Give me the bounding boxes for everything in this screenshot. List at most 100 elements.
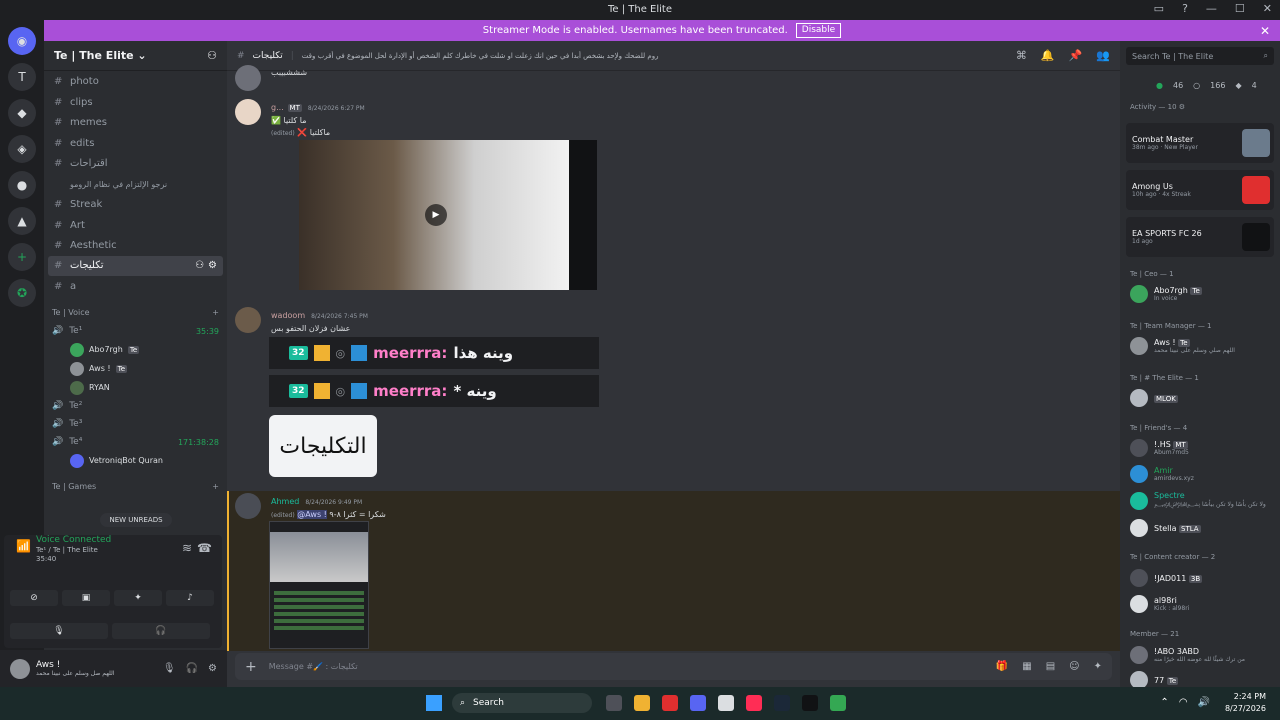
apps-icon[interactable]: ✦ (1094, 661, 1102, 672)
member-item[interactable]: !JAD011 3B (1130, 569, 1203, 587)
camera-button[interactable]: ⊘ (10, 590, 58, 606)
voice-channel[interactable]: 🔊 Te¹ 35:39 (44, 322, 227, 340)
channel-streak[interactable]: # Streak (44, 195, 227, 215)
add-channel-icon[interactable]: + (212, 482, 219, 491)
member-item[interactable]: Spectre ﷽ ولا تكن بأسًا ولا تكن بيأسًا (1130, 491, 1266, 510)
server-search-input[interactable]: Search Te | The Elite ⌕ (1126, 47, 1274, 65)
pin-icon[interactable]: 📌 (1069, 49, 1083, 62)
close-button[interactable]: ✕ (1263, 2, 1272, 15)
channel-memes[interactable]: # memes (44, 113, 227, 133)
chat-message[interactable]: g... MT 8/24/2026 6:27 PM ✅ ما كلتيا (edi… (235, 99, 365, 137)
deafen-icon[interactable]: 🎧 (186, 663, 198, 674)
voice-channel[interactable]: 🔊 Te³ (44, 415, 227, 433)
member-item[interactable]: MLOK (1130, 389, 1178, 407)
message-author[interactable]: Ahmed (271, 497, 299, 506)
taskbar-search[interactable]: ⌕ Search (452, 693, 592, 713)
wifi-icon[interactable]: ◠ (1179, 697, 1188, 708)
server-icon[interactable]: ◆ (8, 99, 36, 127)
gif-icon[interactable]: ▦ (1022, 661, 1031, 672)
member-item[interactable]: Aws ! Te اللهم صلي وسلم على نبينا محمد (1130, 337, 1235, 355)
channel-a[interactable]: # a (44, 276, 227, 296)
add-server-icon[interactable]: + (8, 243, 36, 271)
gift-icon[interactable]: 🎁 (996, 661, 1008, 672)
server-icon[interactable]: T (8, 63, 36, 91)
channel-clips[interactable]: # clips (44, 92, 227, 112)
channel-edits[interactable]: # edits (44, 133, 227, 153)
taskbar-clock[interactable]: 2:24 PM 8/27/2026 (1225, 691, 1266, 715)
member-item[interactable]: al98ri Kick : al98ri (1130, 595, 1189, 613)
close-banner-icon[interactable]: ✕ (1260, 24, 1270, 38)
gear-icon[interactable]: ⚙ (1179, 103, 1185, 111)
minimize-button[interactable]: — (1206, 2, 1217, 15)
sticker-image[interactable]: التكليجات (269, 415, 377, 477)
members-icon[interactable]: 👥 (1096, 49, 1110, 62)
microphone-button[interactable]: 🎙 (10, 623, 108, 639)
chevron-up-icon[interactable]: ⌃ (1160, 697, 1168, 708)
activity-card[interactable]: Combat Master 38m ago · New Player (1126, 123, 1274, 163)
server-icon[interactable]: ▲ (8, 207, 36, 235)
channel-aesthetic[interactable]: # Aesthetic (44, 236, 227, 256)
channel-rules-thread[interactable]: نرجو الإلتزام في نظام الرومو (44, 174, 227, 194)
server-header[interactable]: Te | The Elite ⌄ ⚇ (44, 41, 227, 71)
file-explorer-icon[interactable] (634, 695, 650, 711)
member-item[interactable]: 77 Te (1130, 671, 1179, 687)
activity-card[interactable]: EA SPORTS FC 26 1d ago (1126, 217, 1274, 257)
invite-icon[interactable]: ⚇ (195, 260, 204, 271)
channel-topic[interactable]: روم للضحك ولإحد بشخص أبدا في حين انك زعل… (302, 52, 659, 60)
message-input[interactable]: Message #🖌️ : تكليجات (269, 662, 358, 671)
server-icon[interactable]: ◈ (8, 135, 36, 163)
sticker-icon[interactable]: ▤ (1046, 661, 1055, 672)
voice-user[interactable]: Aws ! Te (44, 359, 227, 378)
tiktok-icon[interactable] (746, 695, 762, 711)
gear-icon[interactable]: ⚙ (208, 260, 217, 271)
video-attachment[interactable]: ▶ (299, 140, 597, 290)
volume-icon[interactable]: 🔊 (1198, 697, 1210, 708)
voice-bot[interactable]: VetroniqBot Quran (44, 451, 227, 470)
app-icon[interactable] (718, 695, 734, 711)
voice-user[interactable]: RYAN (44, 378, 227, 397)
maximize-button[interactable]: ☐ (1235, 2, 1245, 15)
invite-people-icon[interactable]: ⚇ (207, 49, 217, 62)
activities-button[interactable]: ✦ (114, 590, 162, 606)
soundboard-button[interactable]: ♪ (166, 590, 214, 606)
steam-icon[interactable] (774, 695, 790, 711)
task-view-icon[interactable] (606, 695, 622, 711)
app-icon[interactable] (662, 695, 678, 711)
channel-suggestions[interactable]: # اقتراحات (44, 154, 227, 174)
help-icon[interactable]: ? (1182, 2, 1188, 15)
screen-share-button[interactable]: ▣ (62, 590, 110, 606)
discord-icon[interactable] (690, 695, 706, 711)
home-discord-icon[interactable]: ◉ (8, 27, 36, 55)
voice-channel[interactable]: 🔊 Te² (44, 397, 227, 415)
user-mention[interactable]: @Aws ! (297, 510, 327, 519)
member-item[interactable]: Amir amirdevs.xyz (1130, 465, 1194, 483)
new-unreads-pill[interactable]: NEW UNREADS (100, 513, 172, 527)
activity-header[interactable]: Activity — 10 ⚙ (1130, 103, 1185, 111)
windows-start-icon[interactable] (426, 695, 442, 711)
chat-message[interactable]: Ahmed 8/24/2026 9:49 PM (edited) @Aws ! ش… (235, 493, 386, 519)
image-embed[interactable]: 32 ◎ meerrra: وينه هذا (269, 337, 599, 369)
member-item[interactable]: Stella STLA (1130, 519, 1201, 537)
server-icon[interactable]: ● (8, 171, 36, 199)
voice-user[interactable]: Abo7rgh Te (44, 340, 227, 359)
chat-message[interactable]: شششبيبب (235, 65, 307, 91)
avatar[interactable] (10, 658, 30, 679)
discover-icon[interactable]: ✪ (8, 279, 36, 307)
message-author[interactable]: g... (271, 103, 284, 112)
channel-active[interactable]: # تكليجات ⚇ ⚙ (48, 255, 223, 276)
user-info[interactable]: Aws ! اللهم صل وسلم على نبينا محمد (36, 660, 115, 677)
headphones-button[interactable]: 🎧 (112, 623, 210, 639)
app-icon[interactable] (802, 695, 818, 711)
member-item[interactable]: !ABO 3ABD من ترك شيئًا لله عوضه الله خيرً… (1130, 646, 1245, 664)
member-item[interactable]: Abo7rgh Te In voice (1130, 285, 1202, 303)
activity-card[interactable]: Among Us 10h ago · 4x Streak (1126, 170, 1274, 210)
add-channel-icon[interactable]: + (212, 308, 219, 317)
message-author[interactable]: wadoom (271, 311, 305, 320)
games-category[interactable]: Te | Games + (44, 476, 227, 496)
channel-photo[interactable]: # photo (44, 72, 227, 92)
image-attachment[interactable] (269, 521, 369, 649)
channel-art[interactable]: # Art (44, 215, 227, 235)
inbox-icon[interactable]: ▭ (1154, 2, 1164, 15)
chat-message[interactable]: wadoom 8/24/2026 7:45 PM عشان فزلان الحتف… (235, 307, 368, 333)
disable-streamer-mode-button[interactable]: Disable (795, 23, 842, 38)
